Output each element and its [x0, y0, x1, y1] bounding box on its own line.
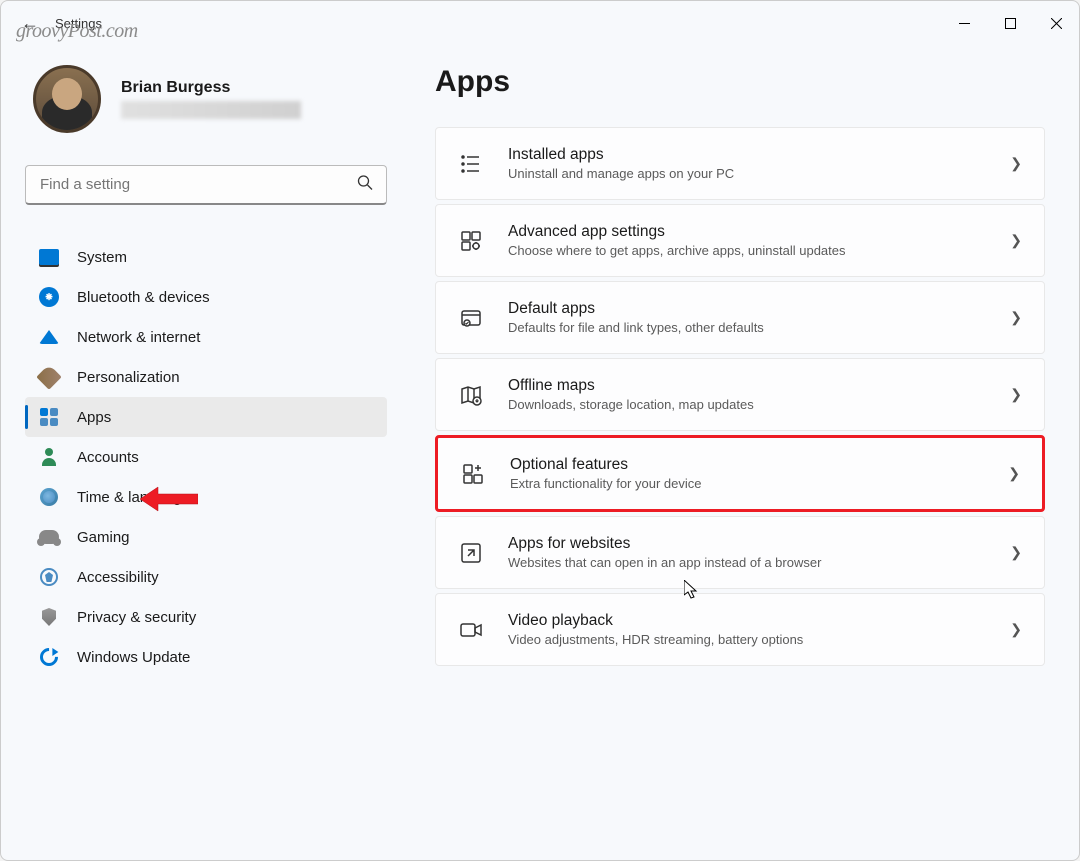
titlebar: ← Settings: [1, 1, 1079, 45]
close-button[interactable]: [1033, 6, 1079, 40]
card-title: Advanced app settings: [508, 223, 986, 241]
nav-label: Accounts: [77, 449, 139, 466]
card-body: Offline maps Downloads, storage location…: [508, 377, 986, 412]
nav-item-apps[interactable]: Apps: [25, 397, 387, 437]
search-container: [25, 165, 387, 205]
profile-section[interactable]: Brian Burgess: [25, 65, 387, 133]
card-desc: Defaults for file and link types, other …: [508, 320, 986, 335]
settings-window: ← Settings Brian Burgess: [0, 0, 1080, 861]
chevron-right-icon: ❯: [1010, 155, 1022, 172]
card-advanced-settings[interactable]: Advanced app settings Choose where to ge…: [435, 204, 1045, 277]
nav-list: System ⁕ Bluetooth & devices Network & i…: [25, 237, 387, 677]
card-installed-apps[interactable]: Installed apps Uninstall and manage apps…: [435, 127, 1045, 200]
profile-info: Brian Burgess: [121, 79, 387, 119]
search-input[interactable]: [25, 165, 387, 205]
nav-label: Accessibility: [77, 569, 159, 586]
nav-label: Personalization: [77, 369, 180, 386]
card-desc: Uninstall and manage apps on your PC: [508, 166, 986, 181]
advanced-settings-icon: [458, 228, 484, 254]
nav-item-accounts[interactable]: Accounts: [25, 437, 387, 477]
nav-label: Apps: [77, 409, 111, 426]
chevron-right-icon: ❯: [1010, 621, 1022, 638]
optional-features-icon: [460, 461, 486, 487]
personalization-icon: [39, 367, 59, 387]
default-apps-icon: [458, 305, 484, 331]
card-default-apps[interactable]: Default apps Defaults for file and link …: [435, 281, 1045, 354]
card-desc: Websites that can open in an app instead…: [508, 555, 986, 570]
cursor-pointer-icon: [684, 580, 700, 605]
video-playback-icon: [458, 617, 484, 643]
card-title: Optional features: [510, 456, 984, 474]
system-icon: [39, 247, 59, 267]
chevron-right-icon: ❯: [1008, 465, 1020, 482]
nav-item-privacy[interactable]: Privacy & security: [25, 597, 387, 637]
offline-maps-icon: [458, 382, 484, 408]
card-desc: Extra functionality for your device: [510, 476, 984, 491]
nav-item-personalization[interactable]: Personalization: [25, 357, 387, 397]
nav-item-system[interactable]: System: [25, 237, 387, 277]
card-title: Video playback: [508, 612, 986, 630]
maximize-button[interactable]: [987, 6, 1033, 40]
nav-item-update[interactable]: Windows Update: [25, 637, 387, 677]
nav-label: Gaming: [77, 529, 130, 546]
card-desc: Video adjustments, HDR streaming, batter…: [508, 632, 986, 647]
accounts-icon: [39, 447, 59, 467]
gaming-icon: [39, 527, 59, 547]
nav-label: Privacy & security: [77, 609, 196, 626]
card-body: Apps for websites Websites that can open…: [508, 535, 986, 570]
page-title: Apps: [435, 65, 1051, 99]
network-icon: [39, 327, 59, 347]
nav-item-gaming[interactable]: Gaming: [25, 517, 387, 557]
installed-apps-icon: [458, 151, 484, 177]
nav-label: Bluetooth & devices: [77, 289, 210, 306]
sidebar: Brian Burgess System ⁕ Bluetooth & devic…: [1, 45, 399, 860]
card-title: Apps for websites: [508, 535, 986, 553]
card-title: Offline maps: [508, 377, 986, 395]
chevron-right-icon: ❯: [1010, 232, 1022, 249]
cards-list: Installed apps Uninstall and manage apps…: [435, 127, 1051, 666]
time-icon: [39, 487, 59, 507]
update-icon: [39, 647, 59, 667]
apps-icon: [39, 407, 59, 427]
arrow-annotation: [140, 485, 198, 518]
content-area: Brian Burgess System ⁕ Bluetooth & devic…: [1, 45, 1079, 860]
nav-item-time[interactable]: Time & language: [25, 477, 387, 517]
nav-label: Network & internet: [77, 329, 200, 346]
card-desc: Downloads, storage location, map updates: [508, 397, 986, 412]
nav-label: Windows Update: [77, 649, 190, 666]
minimize-button[interactable]: [941, 6, 987, 40]
chevron-right-icon: ❯: [1010, 544, 1022, 561]
main-panel: Apps Installed apps Uninstall and manage…: [399, 45, 1079, 860]
card-apps-websites[interactable]: Apps for websites Websites that can open…: [435, 516, 1045, 589]
nav-item-network[interactable]: Network & internet: [25, 317, 387, 357]
card-body: Advanced app settings Choose where to ge…: [508, 223, 986, 258]
card-body: Default apps Defaults for file and link …: [508, 300, 986, 335]
card-video-playback[interactable]: Video playback Video adjustments, HDR st…: [435, 593, 1045, 666]
bluetooth-icon: ⁕: [39, 287, 59, 307]
nav-item-bluetooth[interactable]: ⁕ Bluetooth & devices: [25, 277, 387, 317]
chevron-right-icon: ❯: [1010, 309, 1022, 326]
avatar: [33, 65, 101, 133]
card-body: Video playback Video adjustments, HDR st…: [508, 612, 986, 647]
profile-name: Brian Burgess: [121, 79, 387, 97]
card-optional-features[interactable]: Optional features Extra functionality fo…: [435, 435, 1045, 512]
accessibility-icon: [39, 567, 59, 587]
chevron-right-icon: ❯: [1010, 386, 1022, 403]
profile-email-blurred: [121, 101, 301, 119]
card-title: Default apps: [508, 300, 986, 318]
card-body: Installed apps Uninstall and manage apps…: [508, 146, 986, 181]
nav-item-accessibility[interactable]: Accessibility: [25, 557, 387, 597]
watermark: groovyPost.com: [16, 20, 138, 43]
privacy-icon: [39, 607, 59, 627]
apps-websites-icon: [458, 540, 484, 566]
card-body: Optional features Extra functionality fo…: [510, 456, 984, 491]
window-controls: [941, 6, 1079, 40]
search-icon: [357, 175, 373, 196]
card-offline-maps[interactable]: Offline maps Downloads, storage location…: [435, 358, 1045, 431]
nav-label: System: [77, 249, 127, 266]
card-title: Installed apps: [508, 146, 986, 164]
card-desc: Choose where to get apps, archive apps, …: [508, 243, 986, 258]
